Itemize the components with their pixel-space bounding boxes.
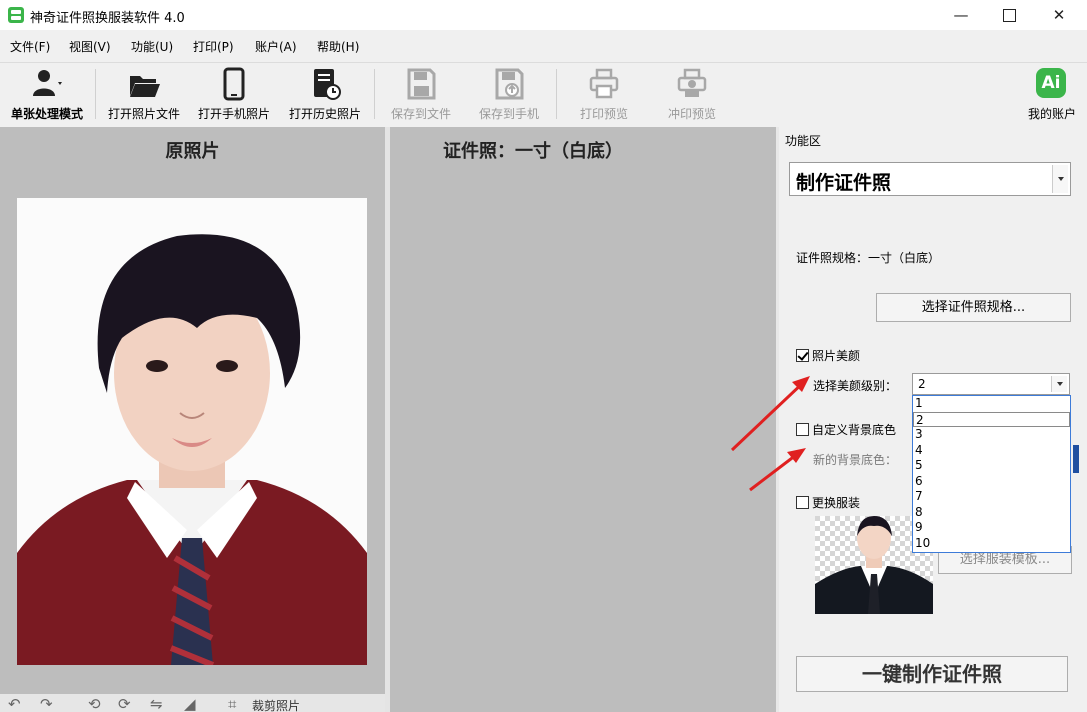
beauty-level-label: 选择美颜级别： [813, 379, 898, 393]
mode-select-value: 制作证件照 [796, 172, 892, 194]
my-account-button[interactable]: Ai 我的账户 [1022, 63, 1082, 125]
beauty-level-option[interactable]: 9 [913, 520, 1070, 536]
result-photo-panel: 证件照：一寸（白底） [390, 127, 776, 712]
beauty-level-option[interactable]: 5 [913, 458, 1070, 474]
beauty-level-option[interactable]: 4 [913, 443, 1070, 459]
close-button[interactable]: ✕ [1036, 0, 1082, 30]
bg-color-swatch[interactable] [1073, 445, 1079, 473]
photo-print-icon [677, 68, 707, 97]
account-ai-icon: Ai [1036, 68, 1066, 98]
flip-horizontal-icon[interactable]: ⇋ [150, 696, 163, 712]
develop-preview-button[interactable]: 冲印预览 [654, 63, 730, 125]
spec-text: 证件照规格：一寸（白底） [796, 251, 941, 265]
rotate-left-icon[interactable]: ⟲ [88, 696, 101, 712]
beauty-level-select[interactable]: 2 [912, 373, 1070, 395]
my-account-label: 我的账户 [1027, 107, 1076, 121]
single-mode-button[interactable]: 单张处理模式 [4, 63, 90, 125]
print-preview-button[interactable]: 打印预览 [566, 63, 642, 125]
beauty-checkbox[interactable] [796, 349, 809, 362]
result-photo-title: 证件照：一寸（白底） [443, 141, 623, 162]
beauty-level-option[interactable]: 3 [913, 427, 1070, 443]
toolbar: 单张处理模式 打开照片文件 打开手机照片 打开历史照片 保存到文件 保存到手机 … [0, 62, 1087, 126]
beauty-checkbox-label: 照片美颜 [812, 349, 861, 363]
beauty-level-option[interactable]: 10 [913, 536, 1070, 552]
menu-bar: 文件(F) 视图(V) 功能(U) 打印(P) 账户(A) 帮助(H) [0, 34, 1087, 58]
original-photo[interactable] [17, 198, 367, 665]
open-file-button[interactable]: 打开照片文件 [100, 63, 188, 125]
beauty-level-value: 2 [918, 377, 926, 391]
beauty-level-option[interactable]: 7 [913, 489, 1070, 505]
title-bar: 神奇证件照换服装软件 4.0 — ✕ [0, 0, 1087, 30]
beauty-level-option[interactable]: 1 [913, 396, 1070, 412]
beauty-level-dropdown-list[interactable]: 1 2 3 4 5 6 7 8 9 10 [912, 395, 1071, 553]
menu-view[interactable]: 视图(V) [69, 38, 111, 55]
open-file-label: 打开照片文件 [107, 107, 180, 121]
menu-help[interactable]: 帮助(H) [317, 38, 359, 55]
new-bg-label: 新的背景底色： [813, 453, 898, 467]
one-click-make-button[interactable]: 一键制作证件照 [796, 656, 1068, 692]
save-icon [407, 68, 436, 100]
portrait-image [17, 198, 367, 665]
beauty-level-option[interactable]: 8 [913, 505, 1070, 521]
menu-account[interactable]: 账户(A) [255, 38, 297, 55]
app-logo-icon [8, 7, 24, 23]
toolbar-separator [374, 69, 375, 119]
choose-spec-button[interactable]: 选择证件照规格... [876, 293, 1071, 322]
toolbar-separator [95, 69, 96, 119]
open-phone-button[interactable]: 打开手机照片 [190, 63, 278, 125]
annotation-arrows [730, 376, 810, 492]
undo-icon[interactable]: ↶ [8, 696, 21, 712]
menu-print[interactable]: 打印(P) [193, 38, 234, 55]
crop-icon[interactable]: ⌗ [228, 696, 236, 712]
crop-photo-label[interactable]: 裁剪照片 [252, 697, 300, 712]
save-phone-icon [495, 68, 524, 100]
folder-icon [130, 76, 160, 97]
minimize-button[interactable]: — [938, 0, 984, 30]
chevron-down-icon [1052, 165, 1068, 193]
person-icon [33, 70, 62, 96]
menu-file[interactable]: 文件(F) [10, 38, 50, 55]
printer-icon [589, 68, 619, 99]
mode-select[interactable]: 制作证件照 [789, 162, 1071, 196]
rotate-right-icon[interactable]: ⟳ [118, 696, 131, 712]
flip-vertical-icon[interactable]: ◢ [184, 696, 196, 712]
original-photo-panel: 原照片 ↶ ↷ ⟲ ⟳ ⇋ ◢ ⌗ 裁剪照片 [0, 127, 385, 712]
beauty-level-option[interactable]: 6 [913, 474, 1070, 490]
photo-tools-bar: ↶ ↷ ⟲ ⟳ ⇋ ◢ ⌗ 裁剪照片 [0, 694, 385, 712]
function-panel: 功能区 制作证件照 证件照规格：一寸（白底） 选择证件照规格... 照片美颜 选… [779, 127, 1087, 712]
menu-function[interactable]: 功能(U) [131, 38, 173, 55]
maximize-button[interactable] [986, 0, 1032, 30]
function-panel-title: 功能区 [785, 134, 822, 148]
beauty-checkbox-row[interactable]: 照片美颜 [796, 347, 860, 364]
single-mode-label: 单张处理模式 [10, 107, 83, 121]
window-title: 神奇证件照换服装软件 4.0 [30, 11, 185, 26]
phone-icon [223, 67, 245, 101]
save-phone-button[interactable]: 保存到手机 [470, 63, 548, 125]
chevron-down-icon [1051, 376, 1067, 392]
save-file-label: 保存到文件 [390, 107, 451, 121]
custom-bg-checkbox-label: 自定义背景底色 [812, 423, 897, 437]
save-file-button[interactable]: 保存到文件 [382, 63, 460, 125]
develop-preview-label: 冲印预览 [667, 107, 716, 121]
beauty-level-option-selected[interactable]: 2 [913, 411, 1070, 427]
history-icon [314, 69, 341, 100]
save-phone-label: 保存到手机 [478, 107, 539, 121]
print-preview-label: 打印预览 [579, 107, 628, 121]
redo-icon[interactable]: ↷ [40, 696, 53, 712]
open-history-label: 打开历史照片 [288, 107, 361, 121]
toolbar-separator [556, 69, 557, 119]
open-history-button[interactable]: 打开历史照片 [281, 63, 369, 125]
open-phone-label: 打开手机照片 [197, 107, 270, 121]
